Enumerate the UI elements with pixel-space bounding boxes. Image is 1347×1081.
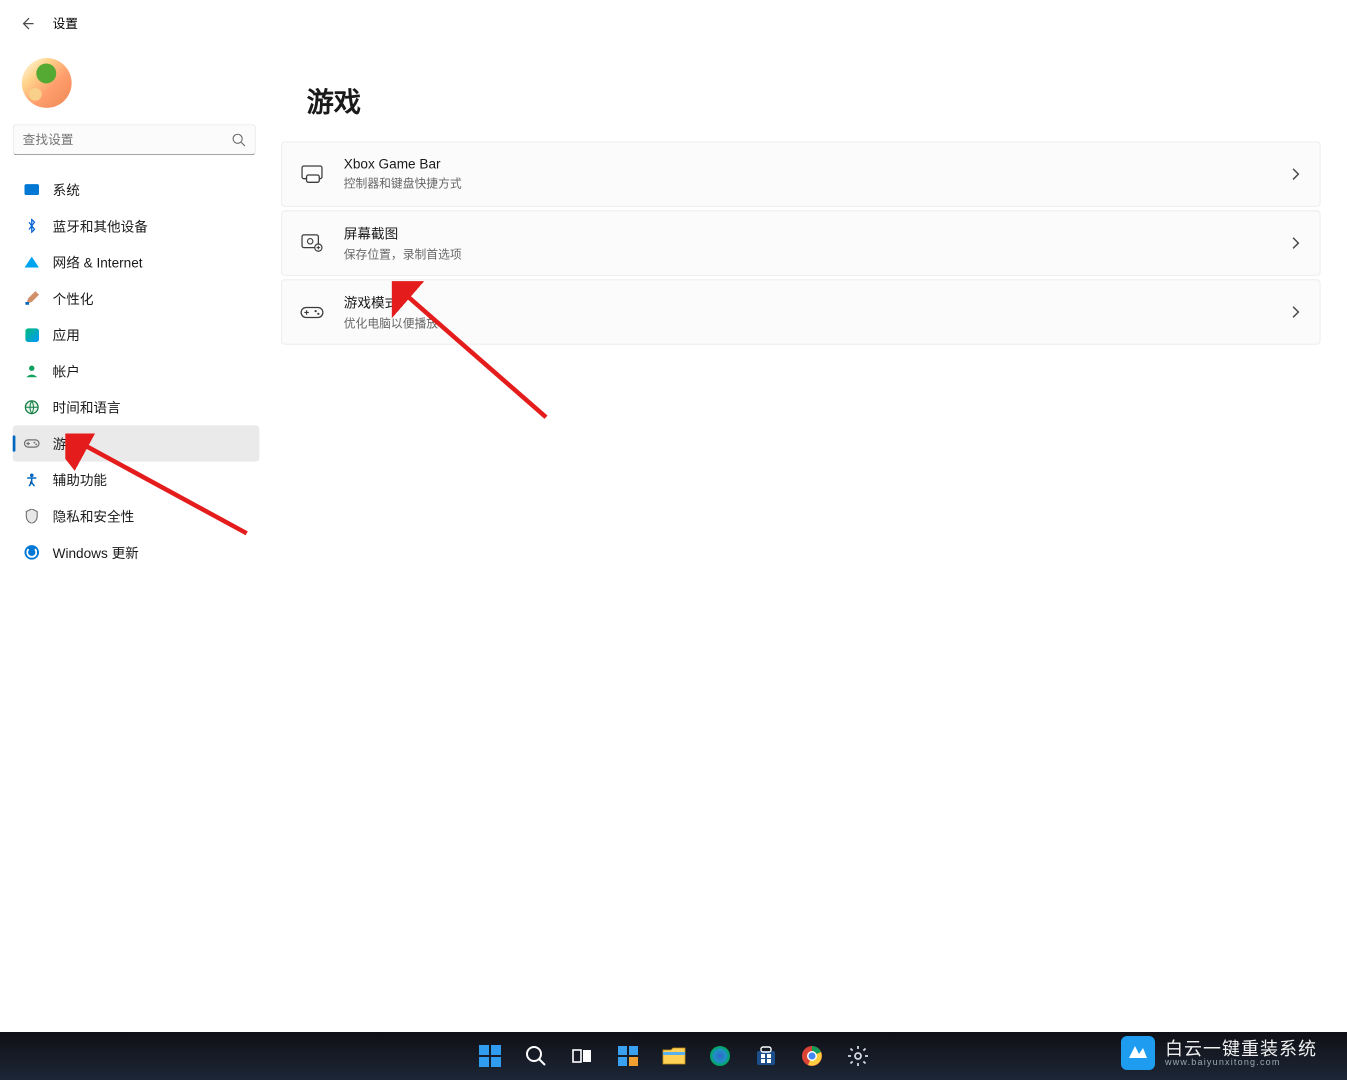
sidebar-item-label: 蓝牙和其他设备 (53, 216, 148, 235)
sidebar-item-label: 游戏 (53, 434, 80, 453)
page-title: 游戏 (307, 80, 1321, 120)
taskbar-search-button[interactable] (516, 1036, 556, 1076)
sidebar-item-personalization[interactable]: 个性化 (13, 280, 260, 316)
sidebar-item-network[interactable]: 网络 & Internet (13, 244, 260, 280)
sidebar-item-accounts[interactable]: 帐户 (13, 353, 260, 389)
avatar-icon (22, 58, 72, 108)
row-title: 游戏模式 (344, 293, 1289, 312)
search-box[interactable] (13, 124, 256, 155)
sidebar-item-gaming[interactable]: 游戏 (13, 425, 260, 461)
main-content: 游戏 Xbox Game Bar 控制器和键盘快捷方式 屏幕截图 保存位置 (272, 47, 1347, 1081)
sidebar-item-label: 个性化 (53, 289, 94, 308)
row-title: Xbox Game Bar (344, 157, 1289, 172)
watermark-url-text: www.baiyunxitong.com (1165, 1058, 1317, 1067)
sidebar-item-label: 帐户 (53, 361, 80, 380)
search-icon (231, 132, 246, 147)
header-title: 设置 (53, 15, 78, 33)
taskbar-start-button[interactable] (470, 1036, 510, 1076)
chevron-right-icon (1289, 237, 1302, 250)
row-game-mode[interactable]: 游戏模式 优化电脑以便播放 (281, 279, 1320, 344)
row-subtitle: 控制器和键盘快捷方式 (344, 174, 1289, 191)
sidebar-item-privacy[interactable]: 隐私和安全性 (13, 498, 260, 534)
settings-row-list: Xbox Game Bar 控制器和键盘快捷方式 屏幕截图 保存位置，录制首选项 (281, 141, 1320, 344)
row-subtitle: 优化电脑以便播放 (344, 314, 1289, 331)
globe-icon (24, 399, 40, 415)
sidebar-item-label: 时间和语言 (53, 398, 121, 417)
sidebar-item-label: 应用 (53, 325, 80, 344)
watermark-logo-icon (1121, 1036, 1155, 1070)
nav-list: 系统 蓝牙和其他设备 网络 & Internet 个性化 应用 帐户 (13, 171, 272, 570)
row-xbox-game-bar[interactable]: Xbox Game Bar 控制器和键盘快捷方式 (281, 141, 1320, 206)
taskbar-chrome-button[interactable] (792, 1036, 832, 1076)
sidebar-item-bluetooth[interactable]: 蓝牙和其他设备 (13, 208, 260, 244)
xbox-bar-icon (300, 162, 324, 186)
row-title: 屏幕截图 (344, 224, 1289, 243)
watermark: 白云一键重装系统 www.baiyunxitong.com (1121, 1036, 1317, 1070)
shield-icon (24, 508, 40, 524)
taskbar-explorer-button[interactable] (654, 1036, 694, 1076)
sidebar-item-label: 网络 & Internet (53, 253, 143, 272)
sidebar-item-label: Windows 更新 (53, 543, 139, 562)
taskbar-widgets-button[interactable] (608, 1036, 648, 1076)
account-icon (24, 363, 40, 379)
user-avatar-block[interactable] (13, 51, 272, 124)
accessibility-icon (24, 472, 40, 488)
gamepad-icon (24, 435, 40, 451)
apps-icon (24, 327, 40, 343)
taskbar-edge-button[interactable] (700, 1036, 740, 1076)
sidebar-item-label: 系统 (53, 180, 80, 199)
system-icon (24, 181, 40, 197)
back-button[interactable] (16, 13, 38, 35)
brush-icon (24, 290, 40, 306)
update-icon (24, 544, 40, 560)
sidebar-item-label: 隐私和安全性 (53, 507, 135, 526)
sidebar-item-time-language[interactable]: 时间和语言 (13, 389, 260, 425)
taskbar-store-button[interactable] (746, 1036, 786, 1076)
sidebar-item-windows-update[interactable]: Windows 更新 (13, 534, 260, 570)
bluetooth-icon (24, 218, 40, 234)
taskbar-task-view-button[interactable] (562, 1036, 602, 1076)
sidebar: 系统 蓝牙和其他设备 网络 & Internet 个性化 应用 帐户 (0, 47, 272, 1081)
sidebar-item-accessibility[interactable]: 辅助功能 (13, 462, 260, 498)
sidebar-item-system[interactable]: 系统 (13, 171, 260, 207)
chevron-right-icon (1289, 306, 1302, 319)
chevron-right-icon (1289, 168, 1302, 181)
search-input[interactable] (23, 132, 232, 147)
back-arrow-icon (20, 16, 35, 31)
network-icon (24, 254, 40, 270)
capture-icon (300, 231, 324, 255)
taskbar-settings-button[interactable] (838, 1036, 878, 1076)
game-mode-icon (300, 300, 324, 324)
row-captures[interactable]: 屏幕截图 保存位置，录制首选项 (281, 210, 1320, 275)
row-subtitle: 保存位置，录制首选项 (344, 245, 1289, 262)
sidebar-item-label: 辅助功能 (53, 470, 107, 489)
watermark-main-text: 白云一键重装系统 (1165, 1040, 1317, 1058)
sidebar-item-apps[interactable]: 应用 (13, 317, 260, 353)
taskbar: 白云一键重装系统 www.baiyunxitong.com (0, 1032, 1347, 1080)
